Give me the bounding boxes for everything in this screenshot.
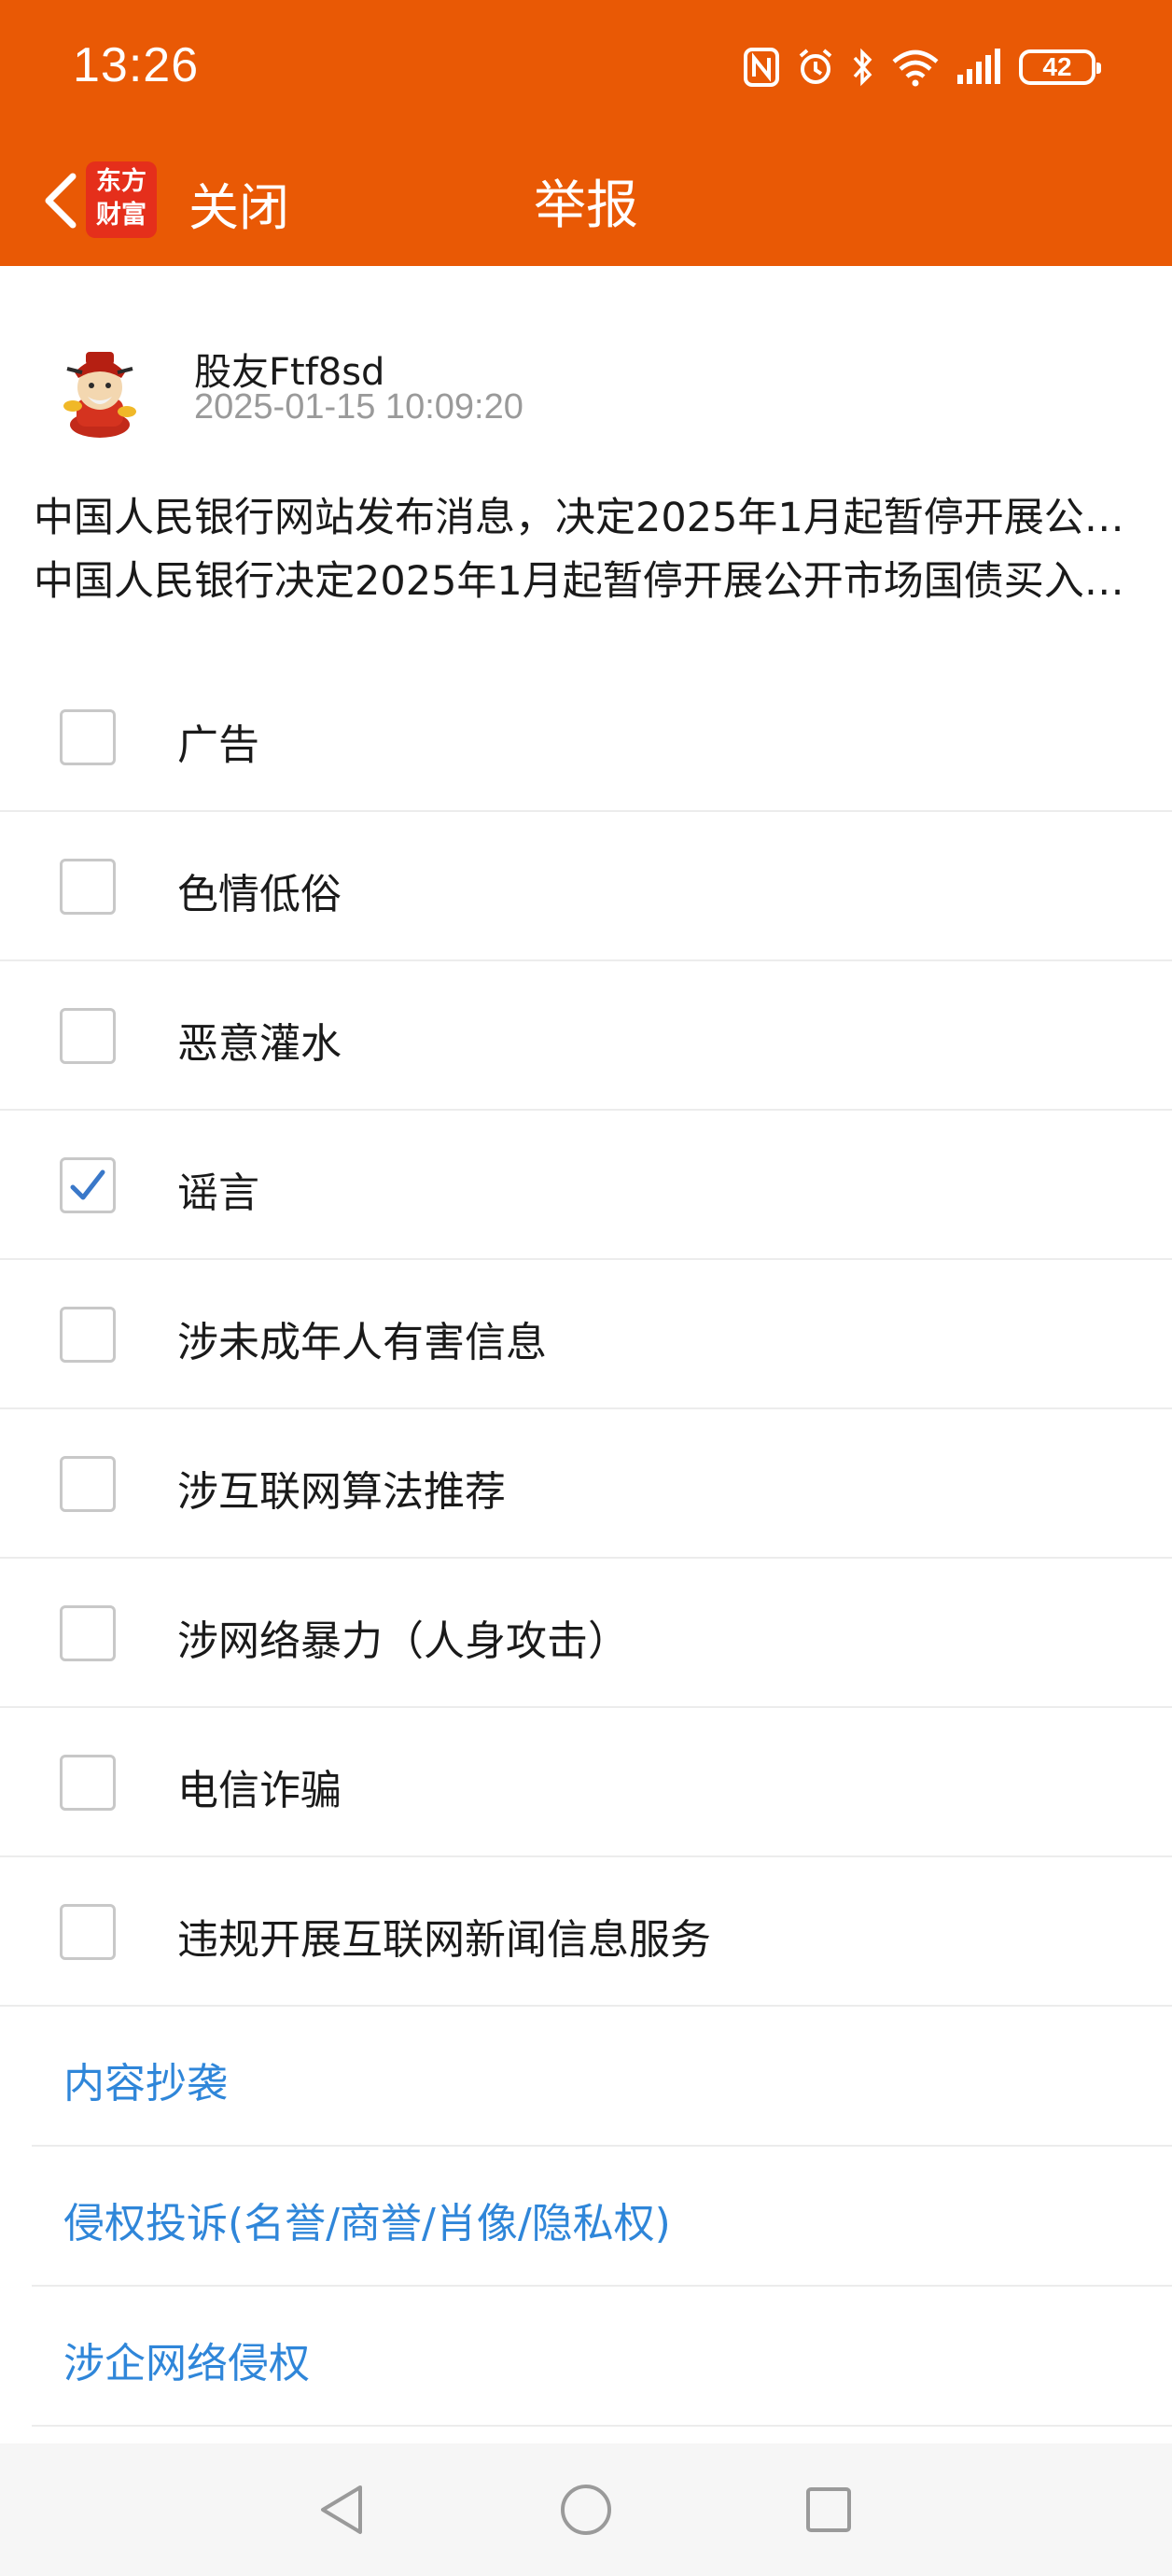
battery-icon: 42	[1019, 49, 1101, 85]
reason-option-spam[interactable]: 恶意灌水	[0, 961, 1172, 1111]
avatar[interactable]	[49, 339, 151, 441]
checkbox[interactable]	[60, 859, 116, 915]
post-text-line: 中国人民银行决定2025年1月起暂停开展公开市场国债买入操作	[34, 558, 1135, 605]
checkbox[interactable]	[60, 1456, 116, 1512]
square-recents-icon	[806, 2487, 851, 2532]
page-title: 举报	[534, 175, 638, 236]
reason-option-minors[interactable]: 涉未成年人有害信息	[0, 1260, 1172, 1409]
wifi-icon	[890, 47, 941, 88]
checkmark-icon	[70, 1169, 105, 1200]
triangle-back-icon	[321, 2485, 362, 2534]
reason-list: 广告 色情低俗 恶意灌水 谣言 涉未成年人有害信息 涉互联网算法推荐 涉网络暴力…	[0, 663, 1172, 2007]
link-label[interactable]: 侵权投诉(名誉/商誉/肖像/隐私权)	[63, 2190, 671, 2249]
reason-label: 谣言	[177, 1169, 259, 1217]
checkbox[interactable]	[60, 1008, 116, 1064]
nav-home-button[interactable]	[552, 2476, 620, 2543]
checkbox[interactable]	[60, 1755, 116, 1811]
reason-label: 广告	[177, 721, 259, 769]
checkbox[interactable]	[60, 1307, 116, 1363]
reason-label: 色情低俗	[177, 871, 342, 918]
reason-option-cyberbullying[interactable]: 涉网络暴力（人身攻击）	[0, 1559, 1172, 1708]
reason-label: 电信诈骗	[177, 1767, 342, 1814]
system-nav-bar	[0, 2443, 1172, 2576]
alarm-icon	[795, 47, 836, 88]
reason-option-algorithm[interactable]: 涉互联网算法推荐	[0, 1409, 1172, 1559]
signal-icon	[956, 47, 1004, 88]
link-infringement-complaint[interactable]: 侵权投诉(名誉/商誉/肖像/隐私权)	[32, 2147, 1172, 2287]
reason-option-news-service[interactable]: 违规开展互联网新闻信息服务	[0, 1857, 1172, 2007]
status-bar: 13:26 42	[0, 0, 1172, 135]
nav-recents-button[interactable]	[795, 2476, 862, 2543]
reason-option-ad[interactable]: 广告	[0, 663, 1172, 812]
reason-label: 涉网络暴力（人身攻击）	[177, 1617, 629, 1665]
checkbox[interactable]	[60, 709, 116, 765]
circle-home-icon	[561, 2485, 611, 2535]
link-list: 内容抄袭 侵权投诉(名誉/商誉/肖像/隐私权) 涉企网络侵权	[0, 2007, 1172, 2427]
status-icons: 42	[743, 39, 1101, 95]
link-enterprise-infringement[interactable]: 涉企网络侵权	[32, 2287, 1172, 2427]
post-timestamp: 2025-01-15 10:09:20	[194, 387, 523, 427]
status-time: 13:26	[73, 38, 200, 92]
link-label[interactable]: 内容抄袭	[63, 2050, 228, 2109]
nav-back-button[interactable]	[308, 2476, 375, 2543]
reason-label: 恶意灌水	[177, 1020, 342, 1068]
header: 东方 财富 关闭 举报	[0, 135, 1172, 266]
post-text-line: 中国人民银行网站发布消息，决定2025年1月起暂停开展公开市场国债买入操作	[34, 495, 1135, 541]
reason-label: 涉未成年人有害信息	[177, 1319, 547, 1366]
reason-label: 涉互联网算法推荐	[177, 1468, 506, 1516]
reason-option-fraud[interactable]: 电信诈骗	[0, 1708, 1172, 1857]
bluetooth-icon	[851, 47, 875, 88]
reason-option-rumor[interactable]: 谣言	[0, 1111, 1172, 1260]
checkbox-checked[interactable]	[60, 1157, 116, 1213]
nfc-icon	[743, 47, 780, 88]
checkbox[interactable]	[60, 1904, 116, 1960]
reason-option-pornography[interactable]: 色情低俗	[0, 812, 1172, 961]
link-label[interactable]: 涉企网络侵权	[63, 2330, 310, 2389]
reason-label: 违规开展互联网新闻信息服务	[177, 1916, 711, 1964]
checkbox[interactable]	[60, 1605, 116, 1661]
link-plagiarism[interactable]: 内容抄袭	[32, 2007, 1172, 2147]
